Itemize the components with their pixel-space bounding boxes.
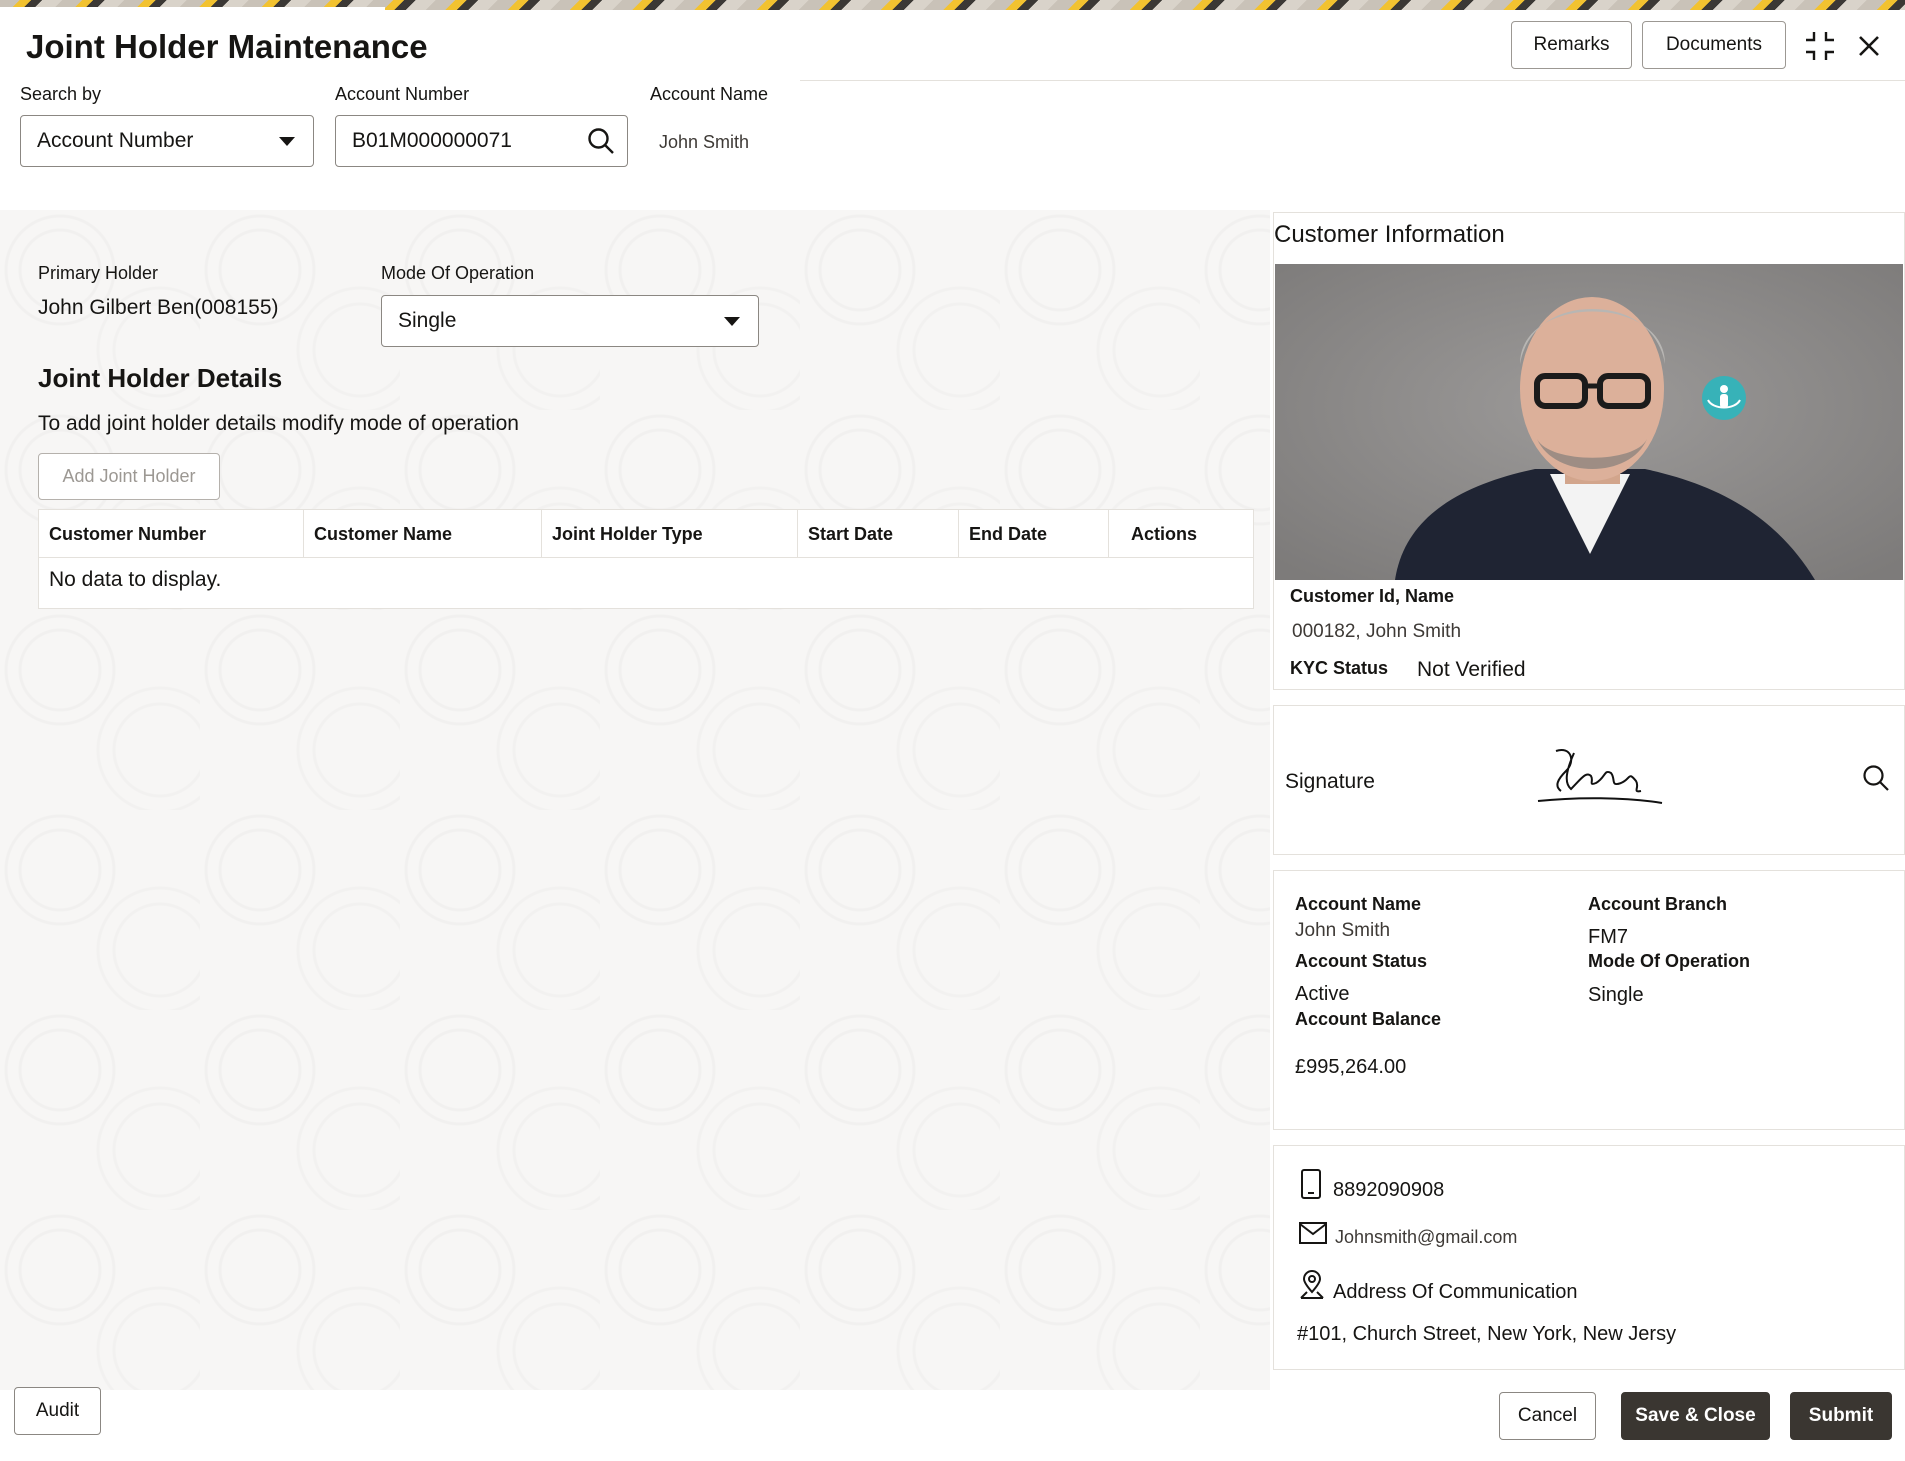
account-name-value: John Smith <box>659 132 750 152</box>
page-title: Joint Holder Maintenance <box>26 28 428 65</box>
close-icon[interactable] <box>1851 28 1887 64</box>
page-header: Joint Holder Maintenance Remarks Documen… <box>0 10 1905 82</box>
signature-zoom-icon[interactable] <box>1862 764 1890 797</box>
audit-button[interactable]: Audit <box>14 1387 101 1435</box>
joint-holder-table: Customer Number Customer Name Joint Hold… <box>38 509 1254 609</box>
account-status-value: Active <box>1295 983 1350 1005</box>
location-pin-icon <box>1299 1270 1325 1305</box>
phone-value: 8892090908 <box>1333 1179 1445 1201</box>
main-content: Primary Holder John Gilbert Ben(008155) … <box>0 210 1270 1390</box>
account-name-detail-label: Account Name <box>1295 894 1422 914</box>
joint-holder-section-title: Joint Holder Details <box>38 363 283 393</box>
column-header-start-date[interactable]: Start Date <box>798 510 959 558</box>
account-branch-value: FM7 <box>1588 926 1628 948</box>
remarks-button[interactable]: Remarks <box>1511 21 1632 69</box>
account-mode-label: Mode Of Operation <box>1588 951 1750 971</box>
kyc-status-value: Not Verified <box>1417 658 1526 681</box>
account-details-card: Account Name John Smith Account Branch F… <box>1273 870 1905 1130</box>
email-value: Johnsmith@gmail.com <box>1335 1227 1518 1247</box>
table-empty-message: No data to display. <box>49 568 222 591</box>
add-joint-holder-button[interactable]: Add Joint Holder <box>38 453 220 500</box>
signature-label: Signature <box>1285 770 1375 793</box>
account-number-input[interactable]: B01M000000071 <box>335 115 628 167</box>
customer-id-name-value: 000182, John Smith <box>1292 621 1462 642</box>
header-divider <box>800 80 1905 81</box>
address-label: Address Of Communication <box>1333 1281 1578 1303</box>
chevron-down-icon <box>279 137 295 146</box>
account-branch-label: Account Branch <box>1588 894 1728 914</box>
search-by-select[interactable]: Account Number <box>20 115 314 167</box>
column-header-actions: Actions <box>1131 523 1198 544</box>
account-number-value: B01M000000071 <box>352 129 512 152</box>
customer-id-name-label: Customer Id, Name <box>1290 586 1455 606</box>
primary-holder-value: John Gilbert Ben(008155) <box>38 296 279 319</box>
search-by-label: Search by <box>20 84 102 104</box>
cancel-button[interactable]: Cancel <box>1499 1392 1596 1440</box>
account-number-label: Account Number <box>335 84 470 104</box>
kyc-status-label: KYC Status <box>1290 658 1389 678</box>
primary-holder-label: Primary Holder <box>38 263 159 283</box>
mode-of-operation-label: Mode Of Operation <box>381 263 535 283</box>
account-name-detail-value: John Smith <box>1295 920 1391 941</box>
contact-card: 8892090908 Johnsmith@gmail.com Address O… <box>1273 1145 1905 1370</box>
account-name-label: Account Name <box>650 84 769 104</box>
customer-photo <box>1275 264 1903 580</box>
signature-card: Signature <box>1273 705 1905 855</box>
mode-of-operation-value: Single <box>398 309 457 332</box>
column-header-customer-name[interactable]: Customer Name <box>304 510 542 558</box>
joint-holder-hint: To add joint holder details modify mode … <box>38 412 519 435</box>
account-balance-label: Account Balance <box>1295 1009 1442 1029</box>
phone-icon <box>1300 1169 1322 1204</box>
account-balance-value: £995,264.00 <box>1295 1056 1407 1078</box>
minimize-icon[interactable] <box>1802 28 1838 64</box>
search-icon[interactable] <box>587 127 615 161</box>
account-mode-value: Single <box>1588 984 1644 1006</box>
save-close-button[interactable]: Save & Close <box>1621 1392 1770 1440</box>
submit-button[interactable]: Submit <box>1790 1392 1892 1440</box>
table-header-row: Customer Number Customer Name Joint Hold… <box>39 510 1253 558</box>
customer-information-card: Customer Information Customer Id, Name 0… <box>1273 212 1905 690</box>
column-header-end-date[interactable]: End Date <box>959 510 1109 558</box>
search-by-value: Account Number <box>37 129 194 152</box>
top-decorative-strip <box>0 0 1905 10</box>
account-status-label: Account Status <box>1295 951 1428 971</box>
mode-of-operation-select[interactable]: Single <box>381 295 759 347</box>
column-header-joint-holder-type[interactable]: Joint Holder Type <box>542 510 798 558</box>
search-bar: Search by Account Number Account Number … <box>0 82 1905 210</box>
column-header-customer-number[interactable]: Customer Number <box>39 510 304 558</box>
customer-information-title: Customer Information <box>1274 221 1505 248</box>
email-icon <box>1299 1222 1327 1249</box>
signature-image <box>1536 741 1666 816</box>
address-value: #101, Church Street, New York, New Jersy <box>1297 1323 1677 1345</box>
documents-button[interactable]: Documents <box>1642 21 1786 69</box>
chevron-down-icon <box>724 317 740 326</box>
